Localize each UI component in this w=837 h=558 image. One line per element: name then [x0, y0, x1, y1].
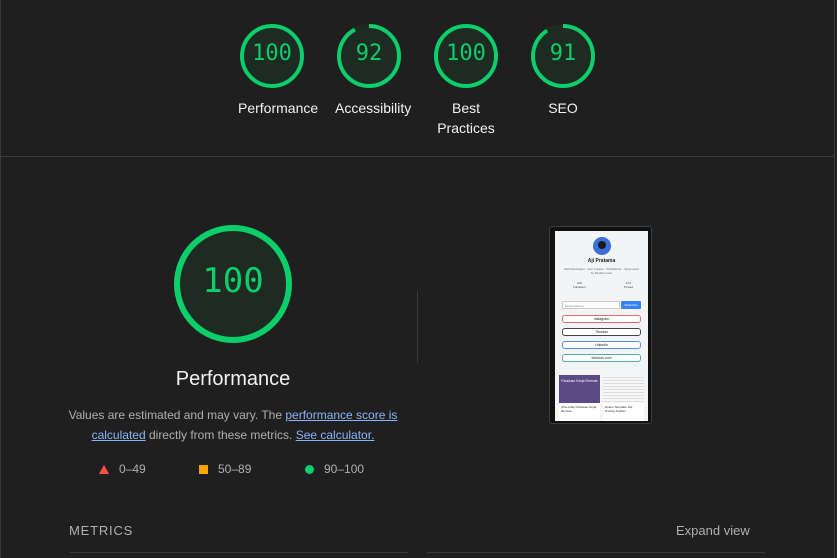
legend-average: 50–89 — [199, 462, 251, 476]
legend-fail: 0–49 — [99, 462, 146, 476]
metrics-heading: METRICS — [69, 523, 134, 538]
desc-text: directly from these metrics. — [145, 428, 296, 442]
performance-gauge-large: 100 — [171, 222, 295, 346]
avatar — [593, 237, 611, 255]
screenshot-page: Aji Pratama Web Developer · Dev Creator … — [555, 231, 648, 421]
card-image — [603, 375, 644, 403]
legend-range: 90–100 — [324, 462, 365, 476]
gauge-label: Best Practices — [437, 100, 495, 136]
gauge-accessibility[interactable]: 92 Accessibility — [335, 22, 412, 118]
legend-range: 0–49 — [119, 462, 146, 476]
profile-stats: 206 Followers 213 Thread — [573, 281, 633, 289]
link-instagram: Instagram — [562, 315, 641, 323]
desc-text: Values are estimated and may vary. The — [68, 408, 286, 422]
performance-description: Values are estimated and may vary. The p… — [67, 405, 399, 445]
orange-square-icon — [199, 464, 208, 474]
subscribe-button: Subscribe — [621, 301, 641, 309]
product-card: Notion Template Job Posting Tracker — [603, 375, 644, 421]
divider — [69, 552, 408, 553]
legend-pass: 90–100 — [305, 462, 364, 476]
red-triangle-icon — [99, 464, 109, 474]
product-card: Panduan Kerja Remote (Pra order) Panduan… — [559, 375, 600, 421]
gauge-label: Accessibility — [335, 100, 412, 116]
gauge-score: 92 — [355, 41, 383, 66]
gauge-score: 100 — [252, 41, 292, 66]
card-banner: Panduan Kerja Remote — [559, 375, 600, 403]
divider — [427, 552, 765, 553]
link-linkedin: LinkedIn — [562, 341, 641, 349]
green-circle-icon — [305, 464, 314, 474]
gauge-performance[interactable]: 100 Performance — [238, 22, 319, 118]
see-calculator-link[interactable]: See calculator. — [296, 428, 375, 442]
divider — [417, 291, 418, 363]
expand-view-button[interactable]: Expand view — [676, 523, 750, 538]
link-threads: Threads — [562, 328, 641, 336]
gauge-score: 100 — [446, 41, 486, 66]
performance-title: Performance — [175, 368, 291, 390]
performance-score: 100 — [202, 261, 264, 301]
email-field: Email address — [562, 301, 620, 309]
gauge-label: SEO — [548, 100, 578, 116]
card-title: (Pra order) Panduan Kerja Remote — [561, 405, 597, 413]
stat-label: Thread — [623, 285, 633, 289]
legend-range: 50–89 — [218, 462, 252, 476]
gauge-best-practices[interactable]: 100 Best Practices — [432, 22, 500, 138]
profile-bio: Web Developer · Dev Creator · Practition… — [564, 267, 639, 275]
card-title: Notion Template Job Posting Tracker — [605, 405, 633, 413]
stat-label: Followers — [573, 285, 586, 289]
gauge-score: 91 — [549, 41, 577, 66]
profile-name: Aji Pratama — [587, 258, 616, 264]
gauge-label: Performance — [238, 100, 319, 116]
link-medium: Medium.com — [562, 354, 641, 362]
category-scores-panel — [0, 0, 835, 157]
gauge-seo[interactable]: 91 SEO — [529, 22, 597, 118]
final-screenshot[interactable]: Aji Pratama Web Developer · Dev Creator … — [549, 226, 652, 424]
